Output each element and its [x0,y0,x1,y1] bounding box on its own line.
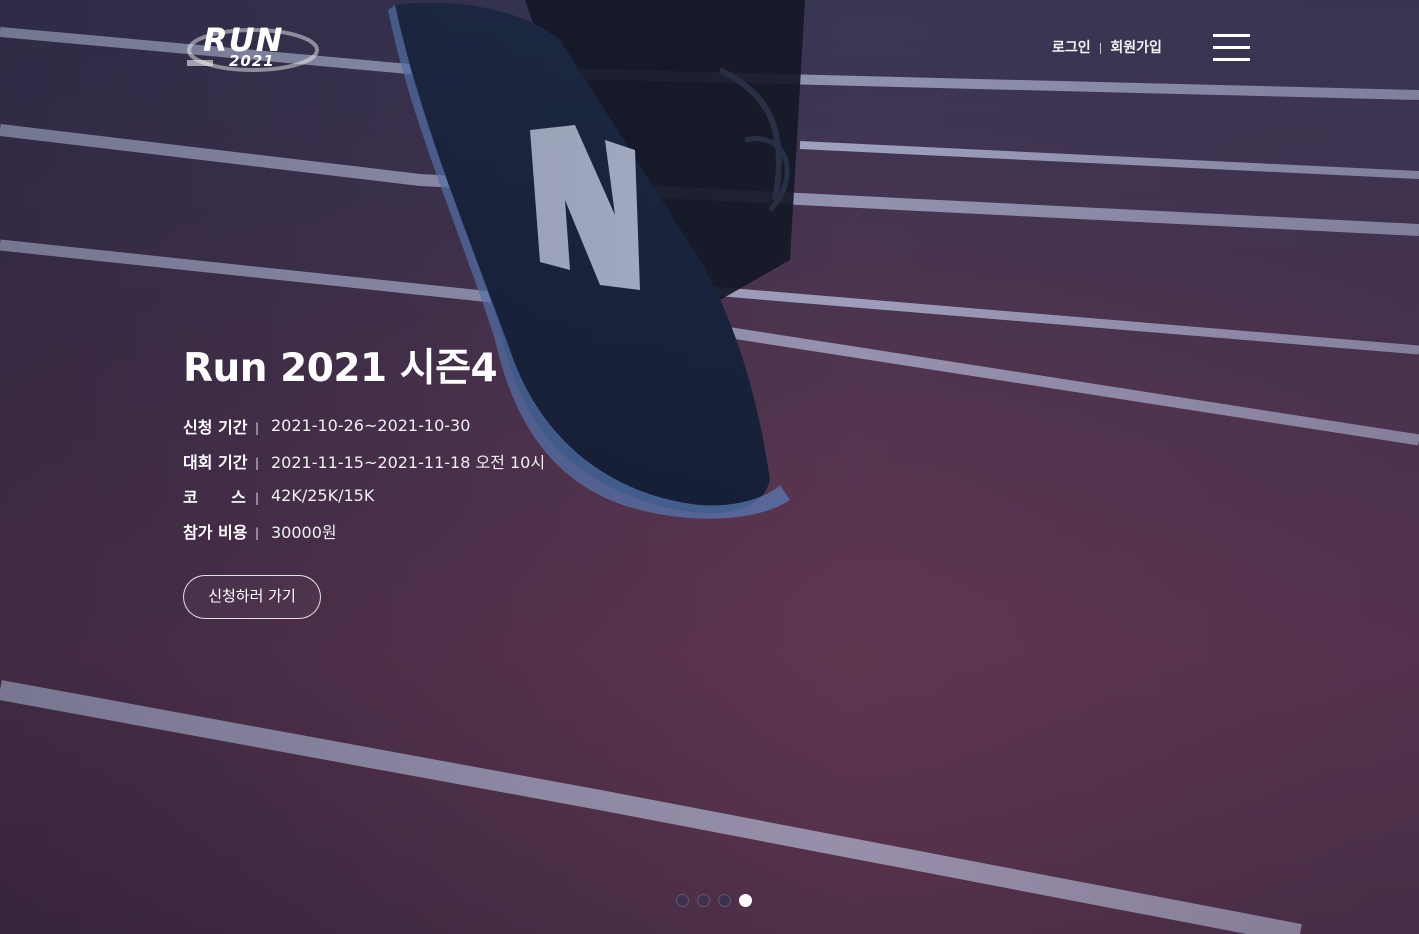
run-2021-logo[interactable]: RUN 2021 [183,22,319,74]
auth-separator: | [1098,40,1103,54]
slide-dot-1[interactable] [676,893,689,907]
slide-dot-4-active[interactable] [739,893,752,907]
info-separator: | [255,490,260,505]
slide-pager [676,892,760,908]
event-info: Run 2021 시즌4 신청 기간 | 2021-10-26~2021-10-… [183,340,683,619]
slide-dot-2[interactable] [697,893,710,907]
event-title: Run 2021 시즌4 [183,346,498,391]
hamburger-menu-icon[interactable] [1213,34,1250,64]
info-label: 신청 기간 [183,417,248,437]
site-header: RUN 2021 로그인 | 회원가입 [0,0,1419,95]
info-row-race-period: 대회 기간 | 2021-11-15~2021-11-18 오전 10시 [183,443,683,478]
info-separator: | [255,525,260,540]
menu-bar [1213,58,1250,61]
login-link[interactable]: 로그인 [1052,37,1091,57]
info-label: 코 스 [183,487,246,507]
apply-button[interactable]: 신청하러 가기 [183,575,321,619]
event-details: 신청 기간 | 2021-10-26~2021-10-30 대회 기간 | 20… [183,408,683,548]
info-row-apply-period: 신청 기간 | 2021-10-26~2021-10-30 [183,408,683,443]
menu-bar [1213,46,1250,49]
info-value: 42K/25K/15K [271,486,375,505]
info-value: 2021-10-26~2021-10-30 [271,416,471,435]
slide-dot-3[interactable] [718,893,731,907]
info-label: 참가 비용 [183,522,248,542]
info-value: 30000원 [271,522,337,542]
info-value: 2021-11-15~2021-11-18 오전 10시 [271,452,546,472]
hero-section: RUN 2021 로그인 | 회원가입 Run 2021 시즌4 신청 기간 |… [0,0,1419,934]
info-separator: | [255,455,260,470]
auth-links: 로그인 | 회원가입 [1052,37,1162,57]
info-label: 대회 기간 [183,452,248,472]
info-row-course: 코 스 | 42K/25K/15K [183,478,683,513]
info-separator: | [255,420,260,435]
signup-link[interactable]: 회원가입 [1110,37,1162,57]
logo-year-text: 2021 [229,52,275,70]
info-row-fee: 참가 비용 | 30000원 [183,513,683,548]
menu-bar [1213,34,1250,37]
